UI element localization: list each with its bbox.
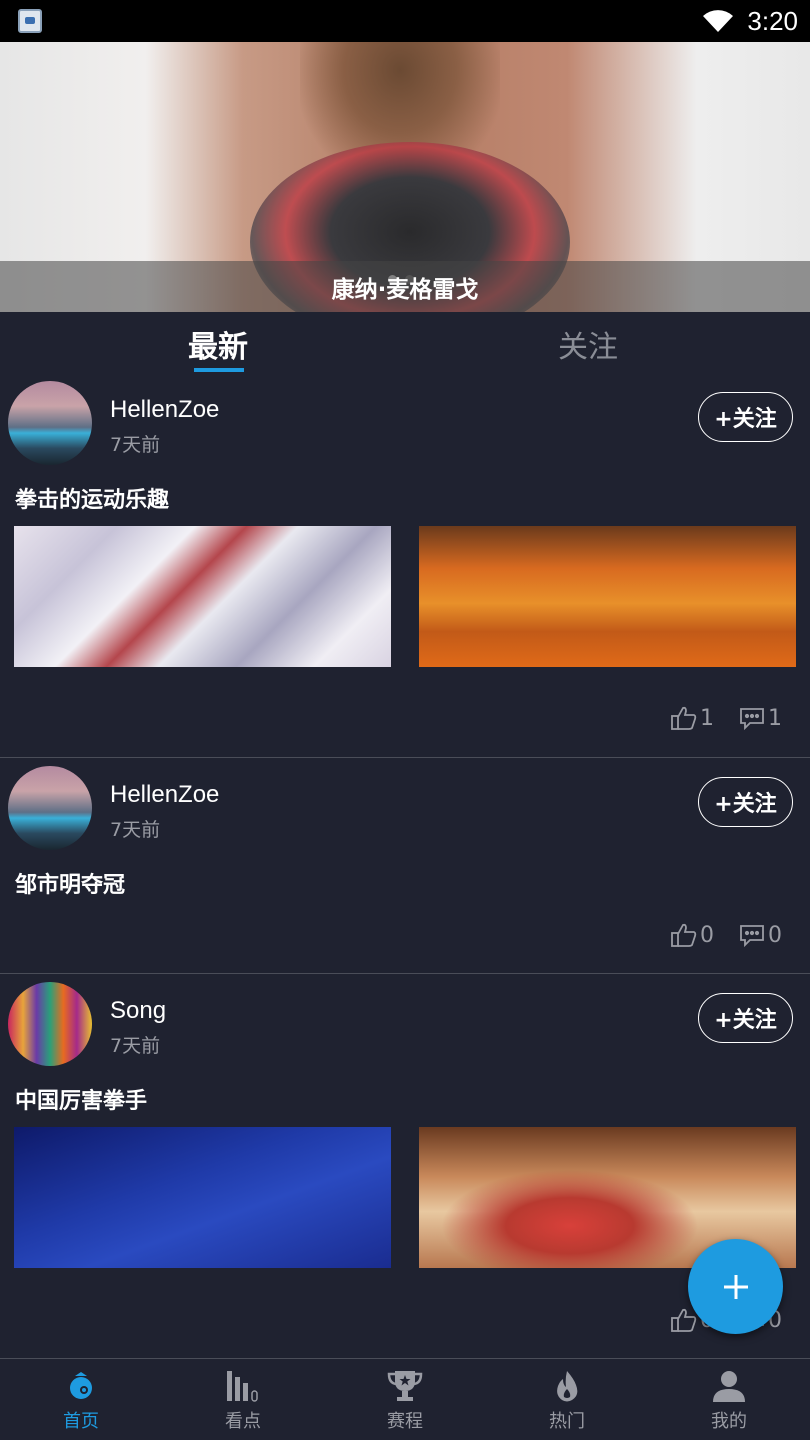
like-count: 0 <box>700 922 714 948</box>
nav-label: 看点 <box>225 1411 261 1432</box>
post-title[interactable]: 中国厉害拳手 <box>15 1083 147 1115</box>
nav-label: 我的 <box>711 1411 747 1432</box>
follow-button[interactable]: +关注 <box>698 777 793 827</box>
comment-icon <box>740 708 764 731</box>
bar-chart-icon <box>227 1371 258 1402</box>
post-image[interactable] <box>14 526 391 667</box>
wifi-icon <box>703 10 734 32</box>
flame-icon <box>557 1371 578 1402</box>
status-time: 3:20 <box>747 5 798 36</box>
like-button[interactable]: 1 <box>670 704 714 732</box>
feed-tabs: 最新 关注 <box>0 312 810 376</box>
comment-button[interactable]: 1 <box>738 704 782 732</box>
app-notification-icon <box>18 9 42 33</box>
post-image[interactable] <box>14 1127 391 1268</box>
nav-item-highlights[interactable]: 看点 <box>162 1359 324 1440</box>
plus-icon <box>723 1274 748 1299</box>
nav-label: 热门 <box>549 1411 585 1432</box>
nav-item-profile[interactable]: 我的 <box>648 1359 810 1440</box>
post-time: 7天前 <box>110 434 161 456</box>
banner-caption: 康纳·麦格雷戈 <box>0 261 810 312</box>
avatar[interactable] <box>8 766 92 850</box>
comment-count: 0 <box>768 922 782 948</box>
comment-count: 1 <box>768 705 782 731</box>
tab-following[interactable]: 关注 <box>558 322 618 366</box>
thumbs-up-icon <box>671 706 697 730</box>
like-button[interactable]: 0 <box>670 921 714 949</box>
nav-item-hot[interactable]: 热门 <box>486 1359 648 1440</box>
post-title[interactable]: 邹市明夺冠 <box>15 867 125 899</box>
follow-button[interactable]: +关注 <box>698 392 793 442</box>
nav-label: 赛程 <box>387 1411 423 1432</box>
post-time: 7天前 <box>110 819 161 841</box>
avatar[interactable] <box>8 381 92 465</box>
hero-banner[interactable]: 康纳·麦格雷戈 <box>0 42 810 312</box>
avatar[interactable] <box>8 982 92 1066</box>
post-card[interactable]: Song 7天前 +关注 中国厉害拳手 0 0 <box>0 974 810 1358</box>
new-post-button[interactable] <box>688 1239 783 1334</box>
bottom-nav: 首页 看点 赛程 热门 我的 <box>0 1358 810 1440</box>
home-icon <box>70 1372 92 1399</box>
nav-label: 首页 <box>63 1411 99 1432</box>
nav-item-schedule[interactable]: 赛程 <box>324 1359 486 1440</box>
post-time: 7天前 <box>110 1035 161 1057</box>
thumbs-up-icon <box>671 923 697 947</box>
status-bar: 3:20 <box>0 0 810 42</box>
comment-button[interactable]: 0 <box>738 921 782 949</box>
post-image[interactable] <box>419 526 796 667</box>
follow-button[interactable]: +关注 <box>698 993 793 1043</box>
post-card[interactable]: HellenZoe 7天前 +关注 邹市明夺冠 0 0 <box>0 758 810 974</box>
tab-latest[interactable]: 最新 <box>188 322 248 366</box>
tab-indicator <box>194 368 244 372</box>
comment-icon <box>740 925 764 948</box>
trophy-icon <box>387 1371 423 1401</box>
post-username[interactable]: HellenZoe <box>110 781 219 809</box>
post-card[interactable]: HellenZoe 7天前 +关注 拳击的运动乐趣 1 1 <box>0 376 810 758</box>
like-count: 1 <box>700 705 714 731</box>
post-username[interactable]: HellenZoe <box>110 396 219 424</box>
nav-item-home[interactable]: 首页 <box>0 1359 162 1440</box>
post-title[interactable]: 拳击的运动乐趣 <box>15 482 169 514</box>
post-username[interactable]: Song <box>110 997 166 1025</box>
person-icon <box>713 1371 745 1402</box>
